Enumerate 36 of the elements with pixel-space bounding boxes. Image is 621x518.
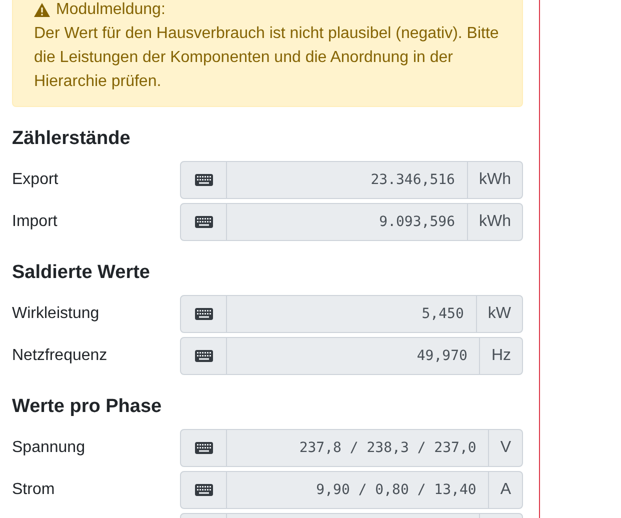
field-label: Import (12, 213, 58, 231)
value-field: 237,8 / 238,3 / 237,0 (227, 430, 488, 466)
keyboard-icon (194, 174, 212, 186)
input-group[interactable]: 5,450 kW (180, 295, 523, 333)
input-group[interactable]: 49,970 Hz (180, 337, 523, 375)
value-field: 23.346,516 (227, 162, 467, 198)
keyboard-icon (194, 308, 212, 320)
field-label: Export (12, 171, 60, 189)
input-group[interactable]: 9,90 / 0,80 / 13,40 A (180, 471, 523, 509)
unit-label: kWh (467, 162, 522, 198)
input-group[interactable]: 23.346,516 kWh (180, 161, 523, 199)
keyboard-icon (194, 350, 212, 362)
field-label: Spannung (12, 439, 86, 457)
field-label: Strom (12, 481, 56, 499)
keyboard-icon (194, 216, 212, 228)
keyboard-icon (194, 442, 212, 454)
value-field: 49,970 (227, 338, 480, 374)
keyboard-icon (194, 484, 212, 496)
field-label: Netzfrequenz (12, 347, 108, 365)
value-field: 5,450 (227, 296, 476, 332)
section-heading: Zählerstände (12, 127, 132, 151)
warning-icon (34, 3, 50, 17)
field-label: Wirkleistung (12, 305, 100, 323)
value-field: 9.093,596 (227, 204, 467, 240)
section-heading: Werte pro Phase (12, 395, 163, 419)
unit-label: V (488, 430, 522, 466)
alert-title: Modulmeldung: (56, 0, 166, 20)
input-group[interactable]: 9.093,596 kWh (180, 203, 523, 241)
unit-label: kW (476, 296, 522, 332)
input-group[interactable]: 237,8 / 238,3 / 237,0 V (180, 429, 523, 467)
value-field: 9,90 / 0,80 / 13,40 (227, 472, 488, 508)
section-heading: Saldierte Werte (12, 261, 151, 285)
unit-label: A (488, 472, 522, 508)
unit-label: Hz (479, 338, 522, 374)
alert-message: Der Wert für den Hausverbrauch ist nicht plausibel (negativ). Bitte die Leistungen der Komponenten und die Anordnung in der Hierarchie prüfen. (34, 24, 500, 92)
unit-label: kWh (467, 204, 522, 240)
